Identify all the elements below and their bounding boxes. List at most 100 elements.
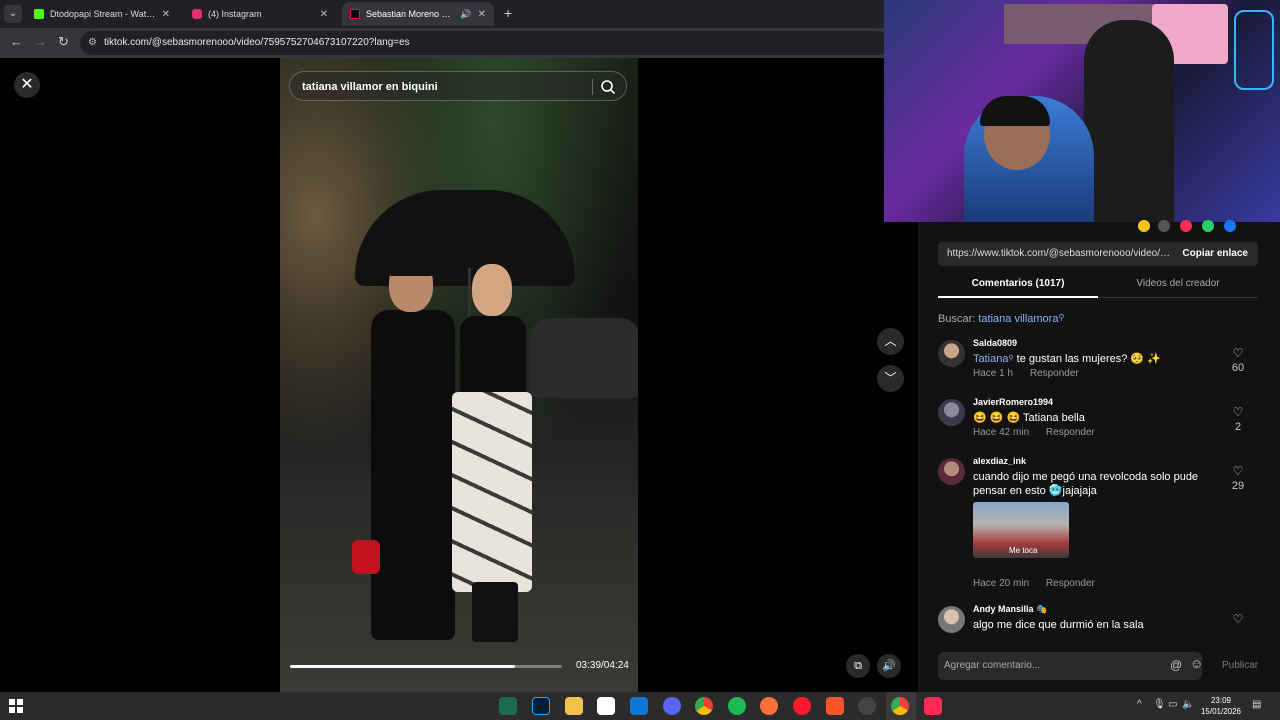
share-whatsapp-icon[interactable]: [1202, 220, 1214, 232]
comment-username[interactable]: Salda0809: [973, 338, 1017, 348]
search-icon[interactable]: [600, 79, 616, 95]
back-icon[interactable]: ←: [10, 34, 23, 49]
tab-title: Sebastian Moreno ☂ (@se: [366, 8, 454, 19]
video-player[interactable]: [280, 58, 638, 692]
heart-icon[interactable]: ♡: [1226, 405, 1250, 419]
share-friends-icon[interactable]: [1180, 220, 1192, 232]
comment-username[interactable]: JavierRomero1994: [973, 397, 1053, 407]
reload-icon[interactable]: ↻: [58, 34, 69, 50]
avatar[interactable]: [938, 399, 965, 426]
volume-icon[interactable]: 🔊: [877, 654, 901, 678]
next-video-button[interactable]: ﹀: [877, 365, 904, 392]
comment-username[interactable]: Andy Mansilla 🎭: [973, 604, 1047, 615]
comment-gif[interactable]: Me toca: [973, 502, 1069, 558]
comment-text: Tatiana⚲ te gustan las mujeres? 🥺 ✨: [973, 352, 1213, 366]
previous-video-button[interactable]: ︿: [877, 328, 904, 355]
new-tab-icon[interactable]: +: [504, 5, 512, 21]
system-clock[interactable]: 23:09 15/01/2026: [1196, 695, 1246, 717]
tray-chevron-icon[interactable]: ^: [1137, 699, 1142, 710]
share-embed-icon[interactable]: [1158, 220, 1170, 232]
clock-time: 23:09: [1210, 696, 1232, 705]
cam-neon-light: [1234, 10, 1274, 90]
firefox-icon[interactable]: [760, 697, 778, 715]
comment-item: alexdiaz_ink cuando dijo me pegó una rev…: [938, 456, 1258, 596]
share-facebook-icon[interactable]: [1224, 220, 1236, 232]
reply-button[interactable]: Responder: [1030, 368, 1079, 379]
forward-icon[interactable]: →: [34, 34, 47, 49]
related-search-term[interactable]: tatiana villamora: [978, 313, 1058, 325]
comment-composer[interactable]: Agregar comentario... @ ☺: [938, 652, 1203, 680]
picture-in-picture-icon[interactable]: ⧉: [846, 654, 870, 678]
share-link-row: https://www.tiktok.com/@sebasmorenooo/vi…: [938, 242, 1258, 266]
cam-standing-person: [1084, 20, 1174, 222]
comment-text: 😆 😆 😆 Tatiana bella: [973, 412, 1085, 424]
comment-item: Andy Mansilla 🎭 algo me dice que durmió …: [938, 604, 1258, 634]
emoji-icon[interactable]: ☺: [1190, 656, 1203, 671]
chrome-active-icon[interactable]: [891, 697, 909, 715]
chrome-icon[interactable]: [695, 697, 713, 715]
kick-favicon-icon: [34, 9, 44, 19]
opera-icon[interactable]: [793, 697, 811, 715]
brave-icon[interactable]: [826, 697, 844, 715]
tab-close-icon[interactable]: ✕: [162, 9, 170, 20]
reply-button[interactable]: Responder: [1046, 427, 1095, 438]
comment-text: algo me dice que durmió en la sala: [973, 619, 1144, 631]
notification-icon[interactable]: ▤: [1252, 699, 1261, 710]
like-count: 2: [1234, 421, 1242, 433]
related-search: Buscar: tatiana villamora⚲: [938, 313, 1064, 325]
tab-search-icon[interactable]: ⌄: [4, 5, 22, 23]
speaker-icon[interactable]: 🔊: [460, 9, 471, 20]
share-emoji-icon[interactable]: [1138, 220, 1150, 232]
tiktok-app-icon[interactable]: [924, 697, 942, 715]
tab-comments[interactable]: Comentarios (1017): [938, 274, 1098, 298]
app-icon-1[interactable]: [499, 697, 517, 715]
obs-icon[interactable]: [858, 697, 876, 715]
avatar[interactable]: [938, 340, 965, 367]
streamer-webcam: [884, 0, 1280, 222]
tab-close-icon[interactable]: ✕: [320, 9, 328, 20]
video-progress-bar[interactable]: [290, 665, 562, 668]
comment-mention[interactable]: Tatiana: [973, 353, 1008, 365]
video-search-bar[interactable]: tatiana villamor en biquini: [289, 71, 627, 101]
publish-button[interactable]: Publicar: [1222, 660, 1258, 671]
heart-icon[interactable]: ♡: [1226, 346, 1250, 360]
url-text: tiktok.com/@sebasmorenooo/video/75957527…: [104, 37, 410, 48]
comment-list: Salda0809 Tatiana⚲ te gustan las mujeres…: [938, 338, 1258, 634]
address-bar[interactable]: ⚙ tiktok.com/@sebasmorenooo/video/759575…: [80, 31, 890, 55]
comment-username[interactable]: alexdiaz_ink: [973, 456, 1026, 466]
tab-creator-videos[interactable]: Videos del creador: [1098, 274, 1258, 294]
search-divider: [592, 79, 593, 95]
instagram-favicon-icon: [192, 9, 202, 19]
mention-icon[interactable]: @: [1170, 658, 1182, 672]
tab-close-icon[interactable]: ✕: [478, 9, 486, 20]
tab-tiktok[interactable]: Sebastian Moreno ☂ (@se 🔊 ✕: [342, 2, 494, 26]
comment-input[interactable]: Agregar comentario...: [944, 652, 1040, 680]
photoshop-icon[interactable]: [532, 697, 550, 715]
mail-icon[interactable]: [630, 697, 648, 715]
close-video-button[interactable]: ✕: [14, 72, 40, 98]
file-explorer-icon[interactable]: [565, 697, 583, 715]
windows-start-icon[interactable]: [9, 699, 23, 713]
heart-icon[interactable]: ♡: [1226, 464, 1250, 478]
tab-kick-stream[interactable]: Dtodopapi Stream - Watch Live ✕: [26, 2, 178, 26]
reply-button[interactable]: Responder: [1046, 578, 1095, 589]
panel-tabs: Comentarios (1017) Videos del creador: [938, 274, 1258, 298]
spotify-icon[interactable]: [728, 697, 746, 715]
site-info-icon[interactable]: ⚙: [88, 31, 97, 55]
heart-icon[interactable]: ♡: [1226, 612, 1250, 626]
like-count: 60: [1231, 362, 1245, 374]
speaker-tray-icon[interactable]: 🔈: [1182, 699, 1194, 710]
comment-item: Salda0809 Tatiana⚲ te gustan las mujeres…: [938, 338, 1258, 394]
share-link-text[interactable]: https://www.tiktok.com/@sebasmorenooo/vi…: [947, 242, 1173, 266]
discord-icon[interactable]: [663, 697, 681, 715]
gif-caption: Me toca: [1009, 546, 1038, 555]
tab-instagram[interactable]: (4) Instagram ✕: [184, 2, 336, 26]
video-progress-fill: [290, 665, 516, 668]
network-icon[interactable]: ▭: [1168, 699, 1177, 710]
copy-link-button[interactable]: Copiar enlace: [1182, 242, 1248, 266]
avatar[interactable]: [938, 458, 965, 485]
video-red-bag: [352, 540, 380, 574]
microphone-icon[interactable]: 🎙: [1153, 699, 1166, 710]
calculator-icon[interactable]: [597, 697, 615, 715]
avatar[interactable]: [938, 606, 965, 633]
